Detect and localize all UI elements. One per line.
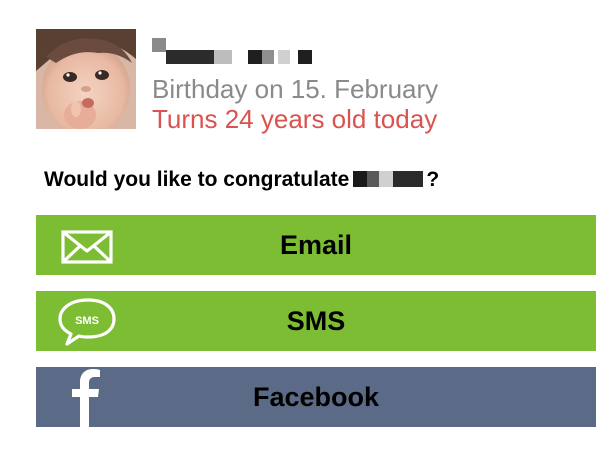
birthday-date-text: Birthday on 15. February — [152, 74, 439, 104]
email-button-label: Email — [279, 230, 353, 260]
sms-button-label: SMS — [286, 306, 346, 336]
facebook-button[interactable]: Facebook — [36, 367, 596, 427]
prompt-text: Would you like to congratulate — [44, 168, 350, 191]
baby-photo-image — [36, 29, 136, 129]
congratulate-prompt: Would you like to congratulate? — [44, 168, 439, 192]
age-turning-text: Turns 24 years old today — [152, 104, 438, 134]
prompt-question-mark: ? — [426, 168, 440, 191]
facebook-button-label: Facebook — [252, 382, 380, 412]
prompt-name-redacted — [353, 171, 425, 187]
sms-button[interactable]: SMS SMS — [36, 291, 596, 351]
email-button[interactable]: Email — [36, 215, 596, 275]
contact-avatar — [36, 29, 136, 129]
birthday-congratulate-screen: Birthday on 15. February Turns 24 years … — [0, 0, 610, 459]
